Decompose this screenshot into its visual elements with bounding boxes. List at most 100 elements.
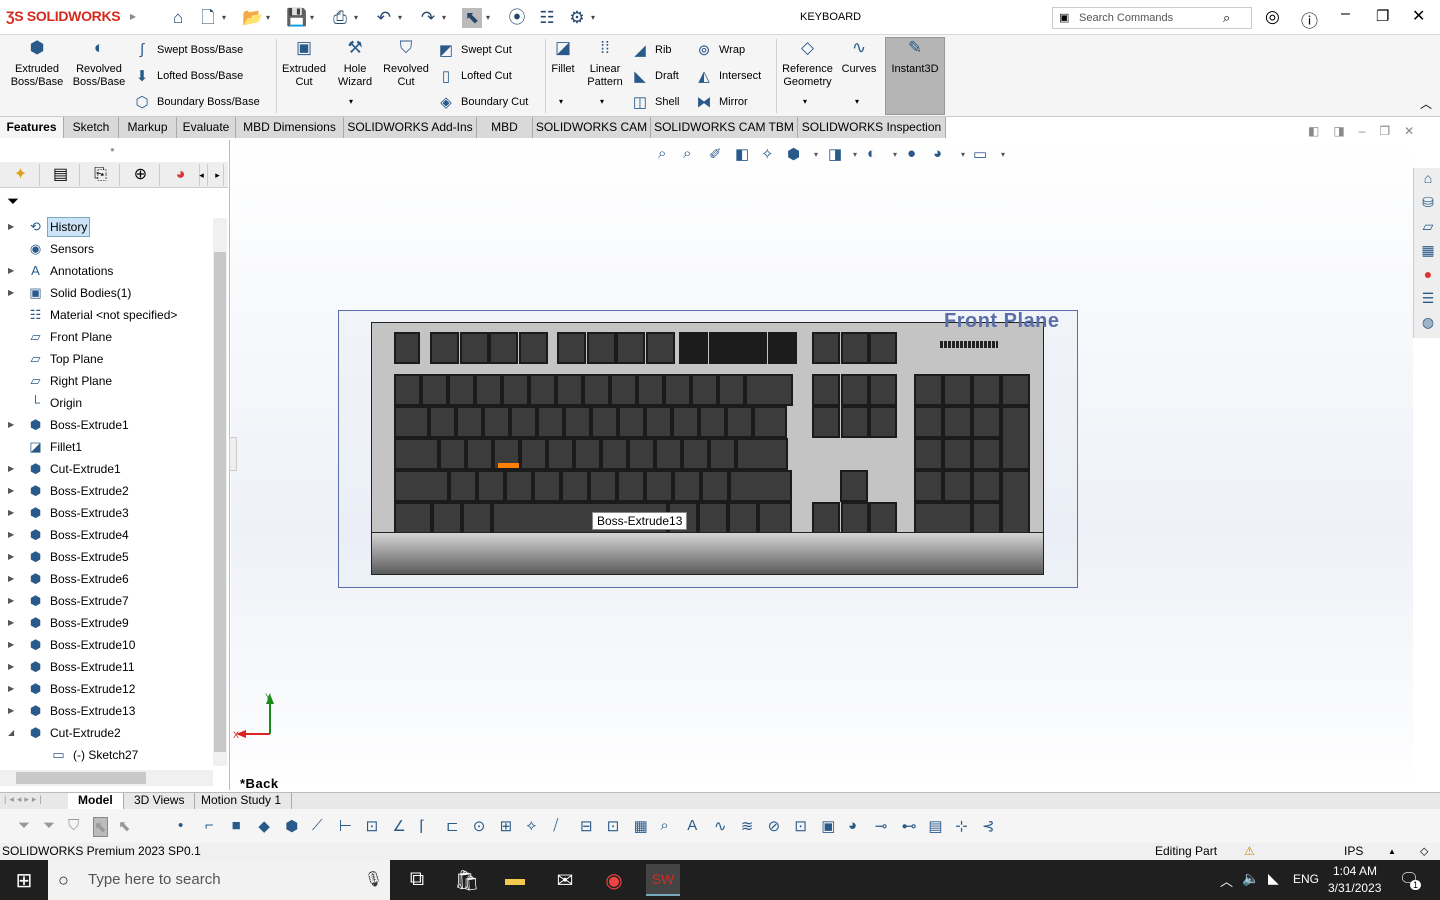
expand-arrow-icon[interactable]: ▶ [8, 502, 14, 524]
key[interactable] [429, 406, 456, 438]
zoom-icon[interactable]: ⌕ [660, 817, 668, 834]
key[interactable] [664, 374, 691, 406]
expand-arrow-icon[interactable]: ▶ [8, 414, 14, 436]
key[interactable] [655, 438, 682, 470]
key[interactable] [708, 332, 738, 364]
key[interactable] [645, 332, 675, 364]
key[interactable] [767, 332, 797, 364]
solidworks-logo[interactable]: ƷS SOLIDWORKS [6, 8, 121, 24]
restore-button[interactable]: ❐ [1376, 7, 1389, 25]
solidworks-forum-icon[interactable]: ◍ [1417, 314, 1439, 336]
ribbon-curves-button[interactable]: ∿ Curves [840, 39, 878, 76]
tree-item-boss-extrude12[interactable]: ▶ ⬢ Boss-Extrude12 [0, 678, 212, 700]
key[interactable] [483, 406, 510, 438]
network-icon[interactable]: ◣ [1268, 870, 1279, 887]
display-manager-tab-icon[interactable]: ◕ [162, 164, 200, 186]
tab-navigation-arrows[interactable]: |◂◂▸▸| [4, 794, 45, 805]
weld-icon[interactable]: ⊡ [794, 817, 807, 835]
key[interactable] [972, 470, 1001, 502]
minimize-button[interactable]: – [1341, 5, 1350, 23]
key[interactable] [547, 438, 574, 470]
key[interactable] [840, 406, 869, 438]
key[interactable] [914, 374, 943, 406]
options-gear-icon[interactable]: ⚙ [567, 8, 587, 28]
ribbon-hole-wizard-button[interactable]: ⚒ Hole Wizard [333, 39, 377, 89]
undo-dropdown-icon[interactable]: ▾ [398, 13, 402, 22]
microphone-icon[interactable]: 🎙 [364, 860, 383, 900]
key[interactable] [1001, 470, 1030, 534]
key[interactable] [589, 470, 617, 502]
key[interactable] [466, 438, 493, 470]
tab-mbd-dimensions[interactable]: MBD Dimensions [236, 117, 344, 138]
ribbon-dropdown-icon[interactable]: ▾ [559, 97, 563, 106]
expand-arrow-icon[interactable]: ▶ [8, 700, 14, 722]
key[interactable] [586, 332, 616, 364]
tree-horizontal-scrollbar[interactable] [0, 770, 213, 786]
key[interactable] [477, 470, 505, 502]
print-dropdown-icon[interactable]: ▾ [354, 13, 358, 22]
ribbon-dropdown-icon[interactable]: ▾ [803, 97, 807, 106]
clock-time[interactable]: 1:04 AM [1333, 864, 1377, 878]
key[interactable] [574, 438, 601, 470]
ribbon-fillet-button[interactable]: ◪ Fillet [549, 39, 577, 76]
expand-arrow-icon[interactable]: ▶ [8, 568, 14, 590]
color-icon[interactable]: ◕ [848, 817, 857, 834]
key[interactable] [943, 406, 972, 438]
tab-solidworks-cam-tbm[interactable]: SOLIDWORKS CAM TBM [651, 117, 798, 138]
expand-arrow-icon[interactable]: ▶ [8, 656, 14, 678]
ribbon-dropdown-icon[interactable]: ▾ [855, 97, 859, 106]
key[interactable] [672, 406, 699, 438]
units-dropdown-icon[interactable]: ▲ [1388, 843, 1396, 860]
polygon-icon[interactable]: ◆ [258, 817, 270, 835]
bottom-tab-motion-study-1[interactable]: Motion Study 1 [191, 793, 293, 809]
key[interactable] [529, 374, 556, 406]
display-style-icon[interactable]: ◨ [828, 145, 842, 163]
key[interactable] [628, 438, 655, 470]
open-icon[interactable]: 📂 [242, 8, 263, 28]
key[interactable] [489, 332, 518, 364]
file-explorer-icon[interactable]: ▬ [500, 868, 530, 891]
apply-scene-icon[interactable]: ◕ [933, 145, 942, 162]
volume-icon[interactable]: 🔈 [1242, 870, 1259, 887]
expand-arrow-icon[interactable]: ▶ [8, 634, 14, 656]
tree-item-top-plane[interactable]: ▱ Top Plane [0, 348, 212, 370]
ribbon-rib-button[interactable]: ◢ Rib [631, 41, 671, 59]
collapse-ribbon-icon[interactable]: ︿ [1420, 95, 1432, 112]
filter-icon[interactable]: ⏷ [18, 817, 30, 834]
expand-arrow-icon[interactable]: ▶ [8, 282, 14, 304]
key[interactable] [736, 438, 788, 470]
close-button[interactable]: ✕ [1412, 6, 1425, 26]
key[interactable] [421, 374, 448, 406]
bottom-tab-model[interactable]: Model [68, 793, 124, 809]
key[interactable] [475, 374, 502, 406]
ribbon-lofted-cut-button[interactable]: ▯ Lofted Cut [437, 67, 512, 85]
tree-item-boss-extrude13[interactable]: ▶ ⬢ Boss-Extrude13 [0, 700, 212, 722]
tree-item-fillet1[interactable]: ◪ Fillet1 [0, 436, 212, 458]
ribbon-reference-geometry-button[interactable]: ◇ Reference Geometry [780, 39, 835, 89]
property-manager-tab-icon[interactable]: ▤ [42, 164, 80, 186]
key[interactable] [728, 502, 758, 534]
key[interactable] [679, 332, 708, 364]
hide-show-items-icon[interactable]: ◐ [867, 145, 876, 162]
block-icon[interactable]: ▤ [928, 817, 942, 835]
view-dropdown-icon[interactable]: ▾ [893, 150, 897, 159]
key[interactable] [610, 374, 637, 406]
menu-expand-arrow-icon[interactable]: ▸ [130, 9, 136, 23]
pattern-icon[interactable]: ≋ [741, 817, 754, 835]
expand-arrow-icon[interactable]: ▶ [8, 458, 14, 480]
key[interactable] [448, 374, 475, 406]
panel-splitter-handle[interactable]: ● [110, 145, 115, 154]
key[interactable] [561, 470, 589, 502]
custom-properties-icon[interactable]: ☰ [1417, 290, 1439, 312]
key[interactable] [518, 332, 548, 364]
ribbon-dropdown-icon[interactable]: ▾ [600, 97, 604, 106]
align-icon[interactable]: ⊷ [902, 817, 917, 835]
redo-dropdown-icon[interactable]: ▾ [442, 13, 446, 22]
rebuild-traffic-light-icon[interactable]: ⦿ [507, 8, 527, 28]
scrollbar-thumb[interactable] [214, 252, 226, 752]
key[interactable] [564, 406, 591, 438]
line-icon[interactable]: ⌐ [205, 817, 214, 834]
panel-collapse-handle[interactable] [229, 437, 237, 471]
expand-arrow-icon[interactable]: ▶ [8, 546, 14, 568]
document-window-controls[interactable]: ◧◨–❐✕ [1308, 124, 1428, 138]
